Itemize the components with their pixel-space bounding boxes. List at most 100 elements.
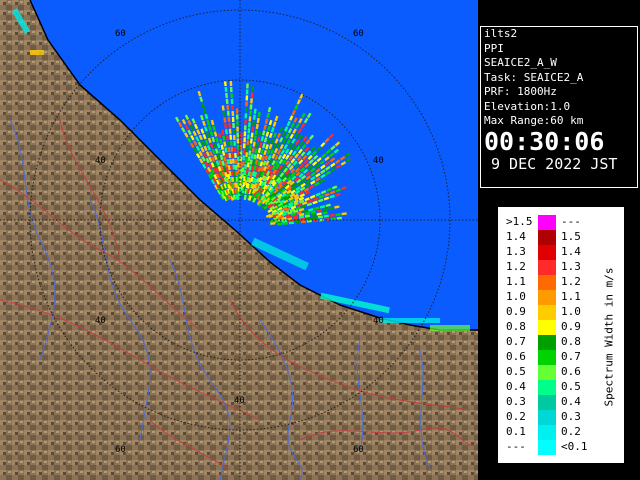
- echo-streak: [329, 194, 335, 199]
- echo-streak: [232, 194, 237, 200]
- echo-streak: [257, 160, 261, 166]
- echo-streak: [229, 176, 233, 183]
- echo-streak: [209, 150, 214, 157]
- echo-streak: [231, 152, 234, 158]
- echo-streak: [213, 154, 218, 161]
- legend-row: 0.7 0.8: [498, 335, 598, 350]
- echo-streak: [202, 120, 206, 127]
- echo-streak: [268, 143, 273, 150]
- echo-streak: [322, 211, 328, 215]
- legend-row: 1.1 1.2: [498, 275, 598, 290]
- prf-value: PRF: 1800Hz: [484, 85, 557, 98]
- echo-streak: [255, 123, 259, 130]
- echo-streak: [221, 150, 226, 156]
- echo-streak: [254, 129, 258, 135]
- echo-streak: [199, 96, 204, 103]
- echo-streak: [305, 217, 312, 221]
- echo-streak: [220, 165, 224, 171]
- range-label: 40: [373, 156, 384, 166]
- range-label: 40: [234, 396, 245, 406]
- legend-swatch: [538, 365, 556, 380]
- echo-streak: [246, 177, 250, 183]
- echo-streak: [224, 162, 228, 168]
- echo-streak: [270, 138, 275, 144]
- echo-streak: [213, 142, 217, 149]
- echo-streak: [276, 222, 283, 226]
- legend-swatch: [538, 440, 556, 455]
- echo-streak: [298, 215, 305, 219]
- echo-streak: [293, 214, 299, 218]
- legend-swatch: [538, 260, 556, 275]
- echo-streak: [310, 210, 317, 214]
- echo-streak: [206, 119, 210, 126]
- echo-streak: [248, 195, 252, 201]
- range-label: 40: [95, 316, 106, 326]
- echo-streak: [263, 149, 268, 156]
- legend-row: 0.6 0.7: [498, 350, 598, 365]
- echo-streak: [216, 142, 221, 149]
- echo-streak: [290, 205, 297, 210]
- echo-streak: [225, 168, 230, 174]
- echo-streak: [248, 150, 252, 156]
- echo-streak: [270, 222, 276, 225]
- range-label: 60: [353, 445, 364, 455]
- echo-streak: [257, 111, 261, 118]
- echo-streak: [207, 125, 212, 131]
- echo-streak: [200, 114, 204, 121]
- echo-streak: [227, 164, 231, 171]
- echo-streak: [288, 221, 295, 225]
- echo-streak: [203, 126, 208, 132]
- scan-info-panel: ilts2 PPI SEAICE2_A_W Task: SEAICE2_A PR…: [480, 26, 638, 188]
- echo-streak: [322, 207, 328, 212]
- range-label: 40: [373, 316, 384, 326]
- echo-streak: [250, 165, 255, 172]
- echo-streak: [287, 215, 293, 219]
- echo-streak: [227, 173, 231, 180]
- echo-streak: [260, 148, 265, 155]
- echo-streak: [253, 154, 257, 160]
- echo-streak: [211, 156, 216, 162]
- echo-streak: [272, 121, 277, 127]
- echo-streak: [341, 212, 347, 216]
- echo-streak: [204, 139, 209, 146]
- echo-streak: [221, 105, 225, 111]
- echo-streak: [211, 136, 216, 143]
- echo-streak: [228, 152, 232, 159]
- legend-swatch: [538, 275, 556, 290]
- echo-streak: [252, 141, 256, 147]
- echo-streak: [200, 128, 205, 134]
- echo-streak: [210, 119, 215, 126]
- echo-streak: [267, 125, 271, 132]
- echo-streak: [323, 196, 330, 201]
- echo-streak: [197, 90, 202, 97]
- echo-streak: [252, 114, 256, 120]
- legend-upper-label: 0.3: [561, 410, 581, 423]
- echo-streak: [296, 211, 302, 215]
- echo-streak: [255, 165, 260, 172]
- legend-lower-label: 1.3: [506, 245, 526, 258]
- echo-streak: [256, 136, 261, 142]
- echo-streak: [318, 194, 325, 199]
- legend-upper-label: 0.7: [561, 350, 581, 363]
- echo-streak: [255, 177, 261, 183]
- echo-streak: [219, 154, 224, 161]
- legend-lower-label: 0.1: [506, 425, 526, 438]
- echo-streak: [223, 141, 227, 147]
- legend-row: 1.3 1.4: [498, 245, 598, 260]
- echo-streak: [304, 211, 311, 216]
- echo-streak: [282, 220, 288, 224]
- echo-streak: [204, 113, 209, 120]
- legend-lower-label: 0.5: [506, 365, 526, 378]
- echo-streak: [223, 156, 227, 162]
- legend-swatch: [538, 230, 556, 245]
- echo-streak: [335, 192, 341, 197]
- echo-streak: [226, 159, 230, 165]
- echo-streak: [228, 128, 232, 134]
- echo-streak: [246, 140, 250, 146]
- echo-streak: [215, 167, 220, 174]
- echo-streak: [213, 131, 218, 137]
- echo-streak: [298, 212, 305, 217]
- echo-streak: [301, 201, 308, 206]
- legend-upper-label: 1.5: [561, 230, 581, 243]
- echo-streak: [294, 220, 301, 224]
